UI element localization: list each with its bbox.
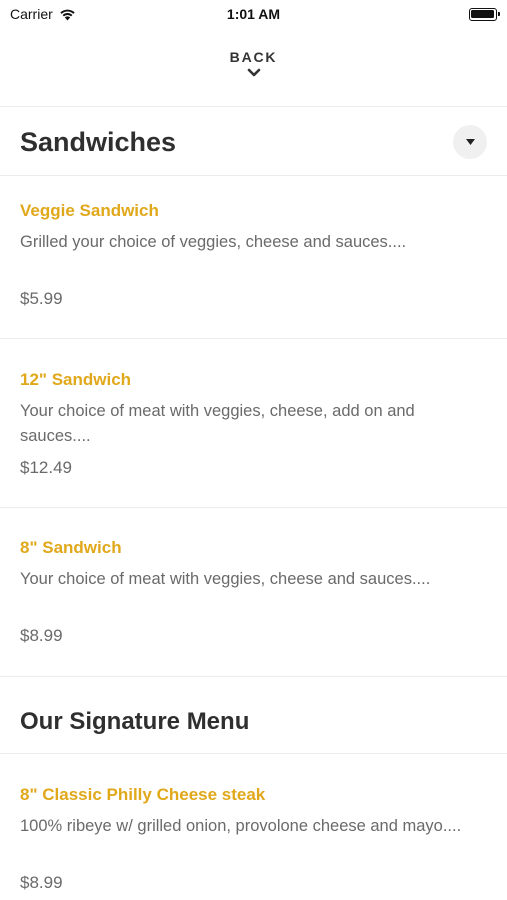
- item-name: 8" Sandwich: [20, 538, 122, 557]
- back-button[interactable]: BACK: [0, 40, 507, 106]
- status-right: [377, 7, 500, 21]
- wifi-icon: [60, 9, 75, 20]
- status-bar: Carrier 1:01 AM: [0, 0, 507, 28]
- menu-item[interactable]: 8" Sandwich Your choice of meat with veg…: [0, 537, 507, 675]
- item-price: $5.99: [20, 289, 63, 308]
- item-name: 8" Classic Philly Cheese steak: [20, 785, 266, 804]
- item-divider: [0, 338, 507, 339]
- item-name: Veggie Sandwich: [20, 201, 159, 220]
- item-divider: [0, 676, 507, 677]
- chevron-down-icon: [247, 68, 260, 77]
- menu-screen: Carrier 1:01 AM BACK Sandwiches Veggie S…: [0, 0, 507, 900]
- menu-item[interactable]: Veggie Sandwich Grilled your choice of v…: [0, 200, 507, 338]
- item-description: Your choice of meat with veggies, cheese…: [20, 402, 415, 445]
- category-title: Sandwiches: [20, 126, 177, 157]
- item-description: 100% ribeye w/ grilled onion, provolone …: [20, 817, 462, 835]
- back-label: BACK: [229, 49, 278, 65]
- item-price: $8.99: [20, 873, 63, 892]
- item-name: 12" Sandwich: [20, 370, 132, 389]
- item-price: $12.49: [20, 458, 72, 477]
- caret-down-icon: [465, 139, 475, 145]
- header-divider: [0, 106, 507, 107]
- item-divider: [0, 507, 507, 508]
- category-dropdown-button[interactable]: [453, 125, 487, 159]
- item-description: Your choice of meat with veggies, cheese…: [20, 570, 431, 588]
- section-divider: [0, 753, 507, 754]
- carrier-label: Carrier: [10, 6, 53, 22]
- status-left: Carrier: [10, 6, 130, 22]
- item-price: $8.99: [20, 626, 63, 645]
- category-header: Sandwiches: [0, 108, 507, 176]
- item-description: Grilled your choice of veggies, cheese a…: [20, 233, 407, 251]
- category-divider: [0, 175, 507, 176]
- section-title: Our Signature Menu: [20, 708, 250, 735]
- battery-icon: [468, 7, 500, 21]
- status-time: 1:01 AM: [226, 6, 281, 22]
- menu-item[interactable]: 8" Classic Philly Cheese steak 100% ribe…: [0, 784, 507, 900]
- menu-item[interactable]: 12" Sandwich Your choice of meat with ve…: [0, 369, 507, 507]
